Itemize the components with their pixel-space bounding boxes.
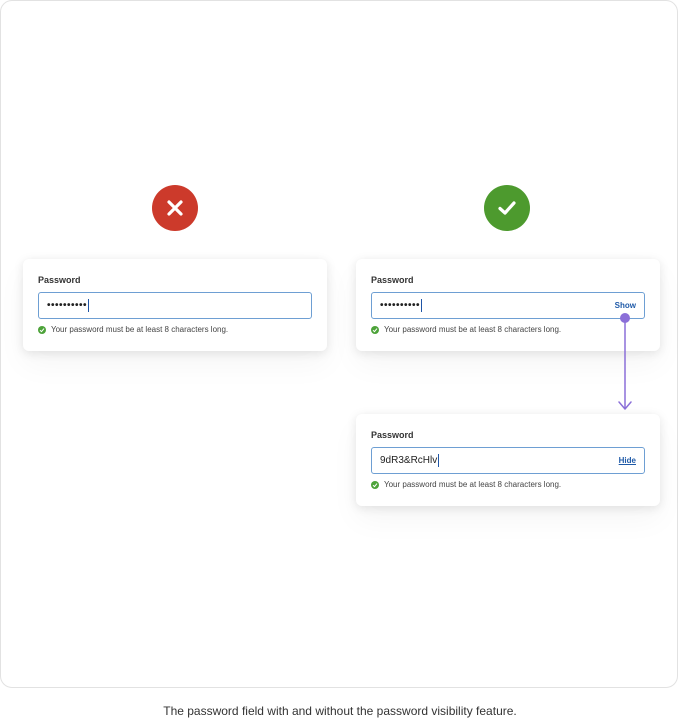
password-card-revealed: Password 9dR3&RcHlv Hide Your password m… — [356, 414, 660, 506]
password-card-without-toggle: Password •••••••••• Your password must b… — [23, 259, 327, 351]
password-input[interactable]: •••••••••• Show — [371, 292, 645, 319]
illustration-frame: Password •••••••••• Your password must b… — [0, 0, 678, 688]
x-mark-icon — [152, 185, 198, 231]
arrow-down-icon — [618, 313, 632, 410]
checkmark-icon — [484, 185, 530, 231]
password-label: Password — [371, 430, 414, 440]
check-circle-icon — [38, 326, 46, 334]
password-hint: Your password must be at least 8 charact… — [38, 325, 312, 335]
password-plain-value: 9dR3&RcHlv — [380, 454, 438, 466]
hide-password-button[interactable]: Hide — [619, 456, 636, 466]
password-hint: Your password must be at least 8 charact… — [371, 480, 645, 490]
password-hint-text: Your password must be at least 8 charact… — [384, 325, 562, 334]
check-circle-icon — [371, 326, 379, 334]
password-hint: Your password must be at least 8 charact… — [371, 325, 645, 335]
text-cursor — [88, 299, 90, 312]
figure-caption: The password field with and without the … — [163, 704, 517, 718]
password-label: Password — [38, 275, 81, 285]
password-masked-value: •••••••••• — [380, 299, 421, 311]
text-cursor — [438, 454, 440, 467]
password-masked-value: •••••••••• — [47, 299, 88, 311]
password-hint-text: Your password must be at least 8 charact… — [51, 325, 229, 334]
password-input[interactable]: 9dR3&RcHlv Hide — [371, 447, 645, 474]
password-label: Password — [371, 275, 414, 285]
password-hint-text: Your password must be at least 8 charact… — [384, 480, 562, 489]
check-circle-icon — [371, 481, 379, 489]
text-cursor — [421, 299, 423, 312]
show-password-button[interactable]: Show — [615, 301, 636, 311]
password-input[interactable]: •••••••••• — [38, 292, 312, 319]
